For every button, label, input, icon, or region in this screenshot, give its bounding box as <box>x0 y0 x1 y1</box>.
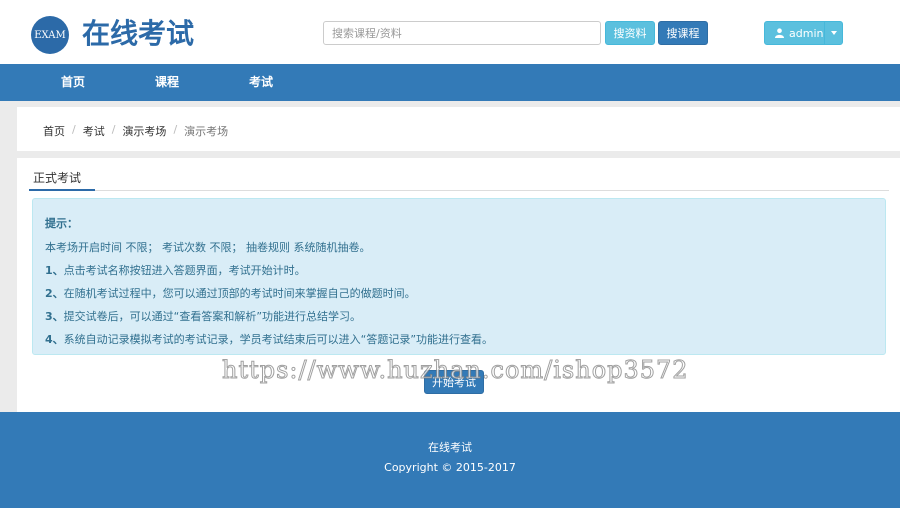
notice-item-number: 2、 <box>45 287 64 300</box>
tab-bar: 正式考试 <box>29 168 889 191</box>
notice-item: 3、提交试卷后，可以通过“查看答案和解析”功能进行总结学习。 <box>45 308 885 324</box>
notice-item: 4、系统自动记录模拟考试的考试记录，学员考试结束后可以进入“答题记录”功能进行查… <box>45 331 885 347</box>
notice-item-text: 在随机考试过程中，您可以通过顶部的考试时间来掌握自己的做题时间。 <box>63 287 416 300</box>
user-name: admin <box>789 26 824 40</box>
notice-item-number: 1、 <box>45 264 64 277</box>
breadcrumb-home[interactable]: 首页 <box>43 123 65 139</box>
notice-item-text: 系统自动记录模拟考试的考试记录，学员考试结束后可以进入“答题记录”功能进行查看。 <box>63 333 494 346</box>
user-icon <box>775 28 784 38</box>
notice-item: 1、点击考试名称按钮进入答题界面，考试开始计时。 <box>45 262 885 278</box>
breadcrumb-demo-room[interactable]: 演示考场 <box>122 123 166 139</box>
search-resources-button[interactable]: 搜资料 <box>605 21 655 45</box>
notice-item: 2、在随机考试过程中，您可以通过顶部的考试时间来掌握自己的做题时间。 <box>45 285 885 301</box>
nav-item-courses[interactable]: 课程 <box>155 64 179 101</box>
breadcrumb-current: 演示考场 <box>184 125 229 138</box>
notice-item-text: 点击考试名称按钮进入答题界面，考试开始计时。 <box>63 264 306 277</box>
notice-summary: 本考场开启时间 不限； 考试次数 不限； 抽卷规则 系统随机抽卷。 <box>45 241 371 254</box>
user-button-main[interactable]: admin <box>765 22 824 44</box>
breadcrumb-panel: 首页 / 考试 / 演示考场 / 演示考场 <box>17 107 900 151</box>
footer: 在线考试 Copyright © 2015-2017 <box>0 412 900 508</box>
breadcrumb: 首页 / 考试 / 演示考场 / 演示考场 <box>43 123 228 139</box>
notice-item-number: 4、 <box>45 333 64 346</box>
search-courses-button[interactable]: 搜课程 <box>658 21 708 45</box>
notice-item-number: 3、 <box>45 310 64 323</box>
main-nav: 首页 课程 考试 <box>0 64 900 101</box>
breadcrumb-exams[interactable]: 考试 <box>83 123 105 139</box>
breadcrumb-separator: / <box>111 123 116 136</box>
caret-down-icon <box>830 31 837 35</box>
user-menu-button[interactable]: admin <box>764 21 843 45</box>
exam-panel: 正式考试 提示： 本考场开启时间 不限； 考试次数 不限； 抽卷规则 系统随机抽… <box>17 158 900 412</box>
tab-formal-exam[interactable]: 正式考试 <box>29 168 95 191</box>
notice-title: 提示： <box>45 217 78 230</box>
header: EXAM 在线考试 搜资料 搜课程 admin <box>0 0 900 64</box>
footer-copyright: Copyright © 2015-2017 <box>384 461 516 474</box>
breadcrumb-separator: / <box>173 123 178 136</box>
breadcrumb-separator: / <box>72 123 76 136</box>
start-exam-button[interactable]: 开始考试 <box>424 370 484 394</box>
nav-item-exams[interactable]: 考试 <box>249 64 273 101</box>
notice-box: 提示： 本考场开启时间 不限； 考试次数 不限； 抽卷规则 系统随机抽卷。 1、… <box>32 198 886 355</box>
logo-title[interactable]: 在线考试 <box>82 14 194 54</box>
logo-badge[interactable]: EXAM <box>31 16 69 54</box>
user-dropdown-toggle[interactable] <box>824 22 842 44</box>
footer-title: 在线考试 <box>428 441 472 454</box>
nav-item-home[interactable]: 首页 <box>61 64 85 101</box>
search-input[interactable] <box>323 21 601 45</box>
notice-item-text: 提交试卷后，可以通过“查看答案和解析”功能进行总结学习。 <box>63 310 362 323</box>
